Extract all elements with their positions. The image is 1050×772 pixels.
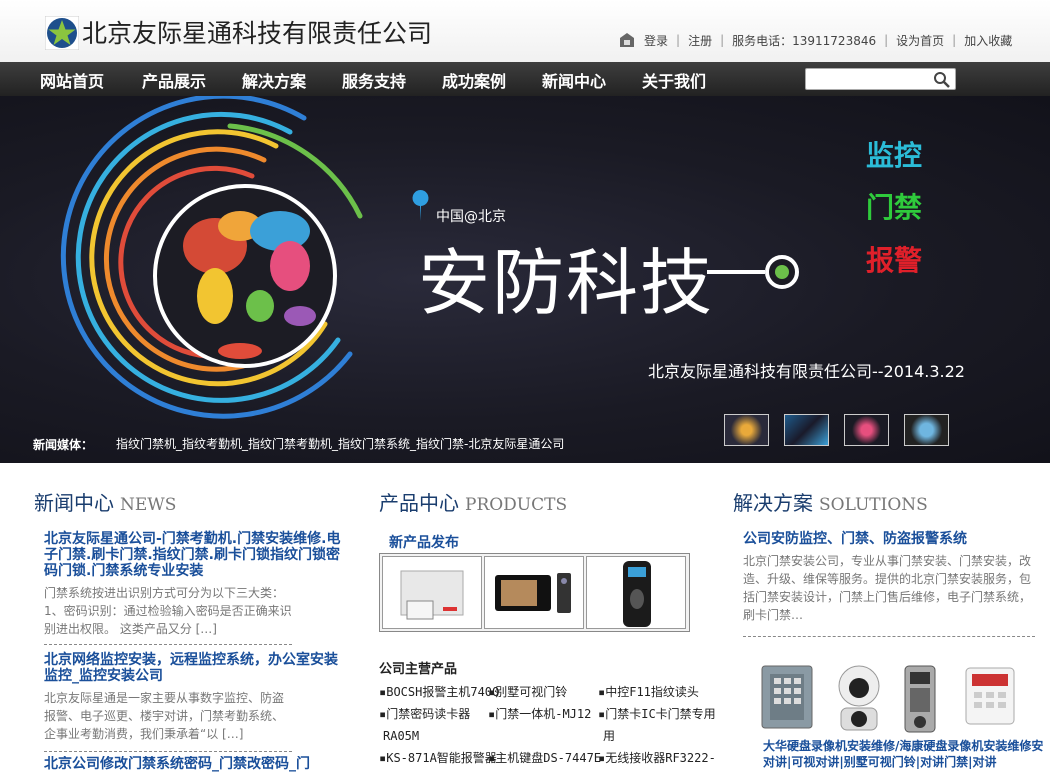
banner-location: 中国@北京 — [436, 209, 506, 225]
banner-title: 安防科技 — [418, 241, 715, 325]
video-doorbell-image — [495, 573, 571, 613]
search-box — [805, 68, 956, 90]
login-link[interactable]: 登录 — [644, 32, 668, 49]
media-label: 新闻媒体： — [33, 438, 94, 452]
banner-word-monitor: 监控 — [866, 139, 923, 172]
register-link[interactable]: 注册 — [688, 32, 712, 49]
solutions-body: 北京门禁安装公司，专业从事门禁安装、门禁安装，改造、升级、维保等服务。提供的北京… — [743, 554, 1032, 622]
search-input[interactable] — [810, 71, 932, 89]
products-section-title: 产品中心 PRODUCTS — [379, 491, 568, 515]
media-bar: 新闻媒体： 指纹门禁机_指纹考勤机_指纹门禁考勤机_指纹门禁系统_指纹门禁-北京… — [0, 426, 1050, 458]
product-item[interactable]: 用 — [603, 725, 615, 747]
solutions-section-title: 解决方案 SOLUTIONS — [733, 491, 928, 515]
new-products-gallery — [379, 553, 690, 632]
news-body-2: 北京友际星通是一家主要从事数字监控、防盗报警、电子巡更、楼宇对讲，门禁考勤系统、… — [44, 691, 285, 741]
nav-about[interactable]: 关于我们 — [642, 68, 706, 92]
product-alarm-panel[interactable] — [382, 556, 482, 629]
product-item[interactable]: ▪BOCSH报警主机7400 — [379, 681, 499, 703]
site-header: 北京友际星通科技有限责任公司 登录 | 注册 | 服务电话：1391172384… — [0, 0, 1050, 62]
nav-support[interactable]: 服务支持 — [342, 68, 406, 92]
product-item[interactable]: ▪别墅可视门铃 — [488, 681, 567, 703]
service-phone: 服务电话：13911723846 — [732, 33, 877, 48]
solution-keypad-image[interactable] — [760, 664, 816, 732]
link-separator: | — [720, 33, 725, 47]
product-video-doorbell[interactable] — [484, 556, 584, 629]
product-fingerprint-reader[interactable] — [586, 556, 686, 629]
nav-cases[interactable]: 成功案例 — [442, 68, 506, 92]
news-divider — [44, 751, 292, 752]
add-favorite-link[interactable]: 加入收藏 — [964, 32, 1012, 49]
product-item[interactable]: ▪无线接收器RF3222- — [598, 747, 716, 769]
product-item[interactable]: RA05M — [383, 725, 419, 747]
company-logo-icon[interactable] — [45, 16, 79, 50]
banner-word-alarm: 报警 — [866, 244, 923, 277]
solutions-product-caption[interactable]: 大华硬盘录像机安装维修/海康硬盘录像机安装维修安对讲|可视对讲|别墅可视门铃|对… — [763, 738, 1047, 770]
hero-banner: 中国@北京 安防科技 监控 门禁 报警 北京友际星通科技有限责任公司--2014… — [0, 96, 1050, 463]
product-item[interactable]: ▪中控F11指纹读头 — [598, 681, 699, 703]
banner-word-access: 门禁 — [866, 191, 923, 224]
banner-thumb-4[interactable] — [904, 414, 949, 446]
banner-thumb-2[interactable] — [784, 414, 829, 446]
news-divider — [44, 644, 292, 645]
news-section-title: 新闻中心 NEWS — [34, 491, 177, 515]
new-products-label: 新产品发布 — [389, 535, 459, 551]
news-headline-3[interactable]: 北京公司修改门禁系统密码_门禁改密码_门 — [44, 756, 349, 772]
product-item[interactable]: ▪门禁密码读卡器 — [379, 703, 470, 725]
fingerprint-reader-image — [623, 561, 651, 627]
solution-dome-camera-image[interactable] — [833, 662, 885, 734]
nav-news[interactable]: 新闻中心 — [542, 68, 606, 92]
news-headline-1[interactable]: 北京友际星通公司-门禁考勤机.门禁安装维修.电子门禁.刷卡门禁.指纹门禁.刷卡门… — [44, 531, 344, 579]
solutions-headline[interactable]: 公司安防监控、门禁、防盗报警系统 — [743, 531, 1033, 547]
media-text-link[interactable]: 指纹门禁机_指纹考勤机_指纹门禁考勤机_指纹门禁系统_指纹门禁-北京友际星通公司 — [116, 435, 564, 452]
company-name: 北京友际星通科技有限责任公司 — [82, 19, 433, 48]
top-links: 登录 | 注册 | 服务电话：13911723846 | 设为首页 | 加入收藏 — [618, 31, 1012, 49]
user-lock-icon — [620, 33, 634, 47]
banner-thumb-1[interactable] — [724, 414, 769, 446]
product-item[interactable]: ▪主机键盘DS-7447E — [488, 747, 601, 769]
news-headline-2[interactable]: 北京网络监控安装，远程监控系统，办公室安装监控_监控安装公司 — [44, 652, 349, 684]
product-item[interactable]: ▪门禁卡IC卡门禁专用 — [598, 703, 716, 725]
alarm-panel-image — [400, 570, 464, 620]
product-item[interactable]: ▪KS-871A智能报警器 — [379, 747, 497, 769]
solutions-divider — [743, 636, 1035, 637]
nav-home[interactable]: 网站首页 — [40, 68, 104, 92]
banner-caption: 北京友际星通科技有限责任公司--2014.3.22 — [648, 362, 965, 381]
link-separator: | — [676, 33, 681, 47]
product-item[interactable]: ▪门禁一体机-MJ12 — [488, 703, 591, 725]
set-homepage-link[interactable]: 设为首页 — [896, 32, 944, 49]
solution-alarm-panel-image[interactable] — [962, 664, 1018, 728]
main-products-label: 公司主营产品 — [379, 662, 458, 677]
link-separator: | — [884, 33, 889, 47]
news-body-1: 门禁系统按进出识别方式可分为以下三大类：1、密码识别：通过检验输入密码是否正确来… — [44, 586, 292, 636]
nav-products[interactable]: 产品展示 — [142, 68, 206, 92]
solution-fingerprint-terminal-image[interactable] — [903, 664, 937, 734]
nav-solutions[interactable]: 解决方案 — [242, 68, 306, 92]
banner-thumb-3[interactable] — [844, 414, 889, 446]
link-separator: | — [952, 33, 957, 47]
search-icon[interactable] — [933, 71, 951, 89]
